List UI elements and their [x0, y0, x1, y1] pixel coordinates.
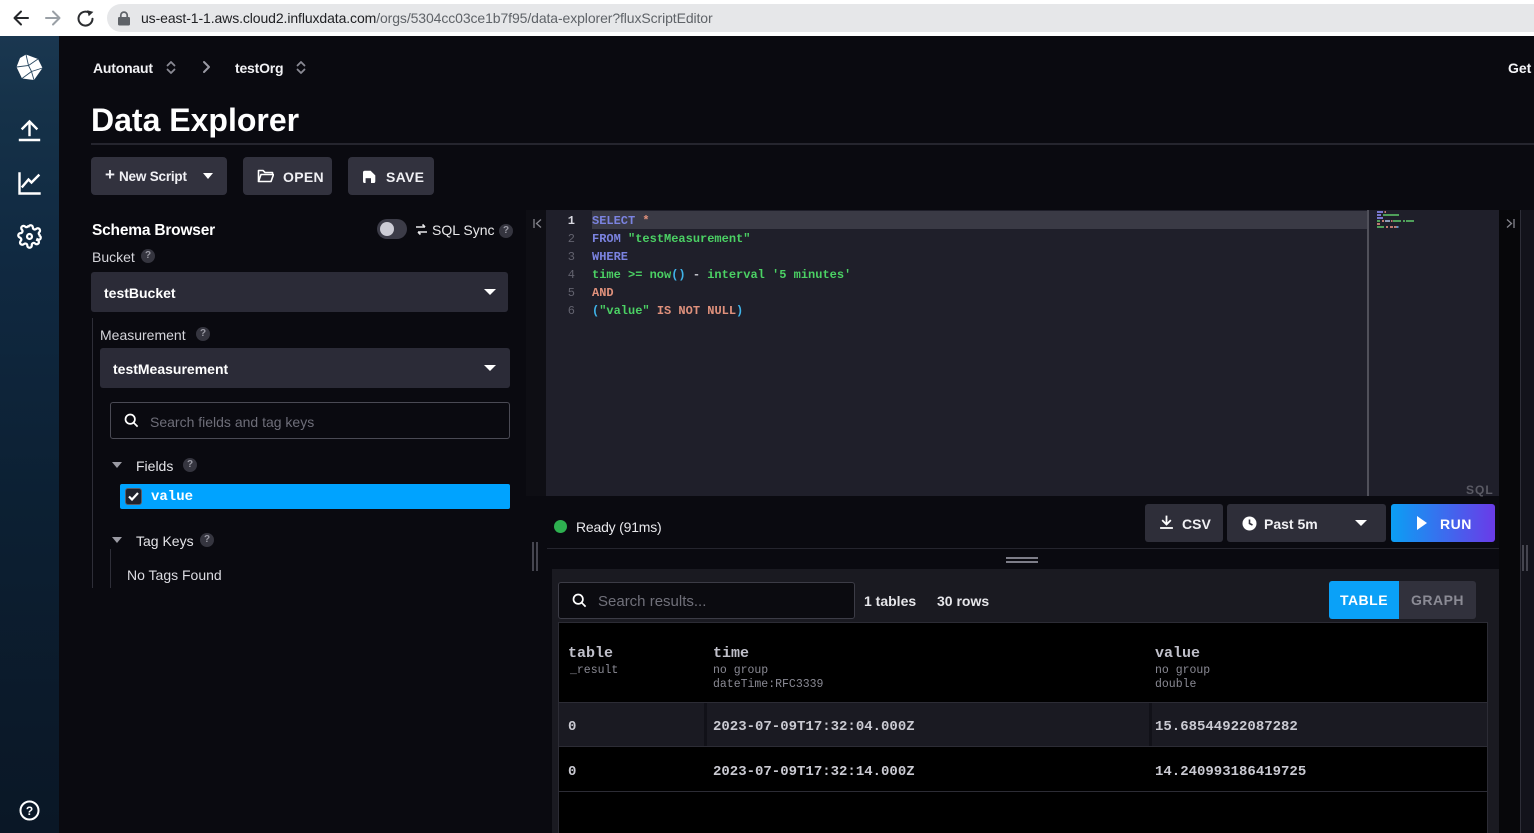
svg-text:?: ? — [26, 804, 33, 818]
